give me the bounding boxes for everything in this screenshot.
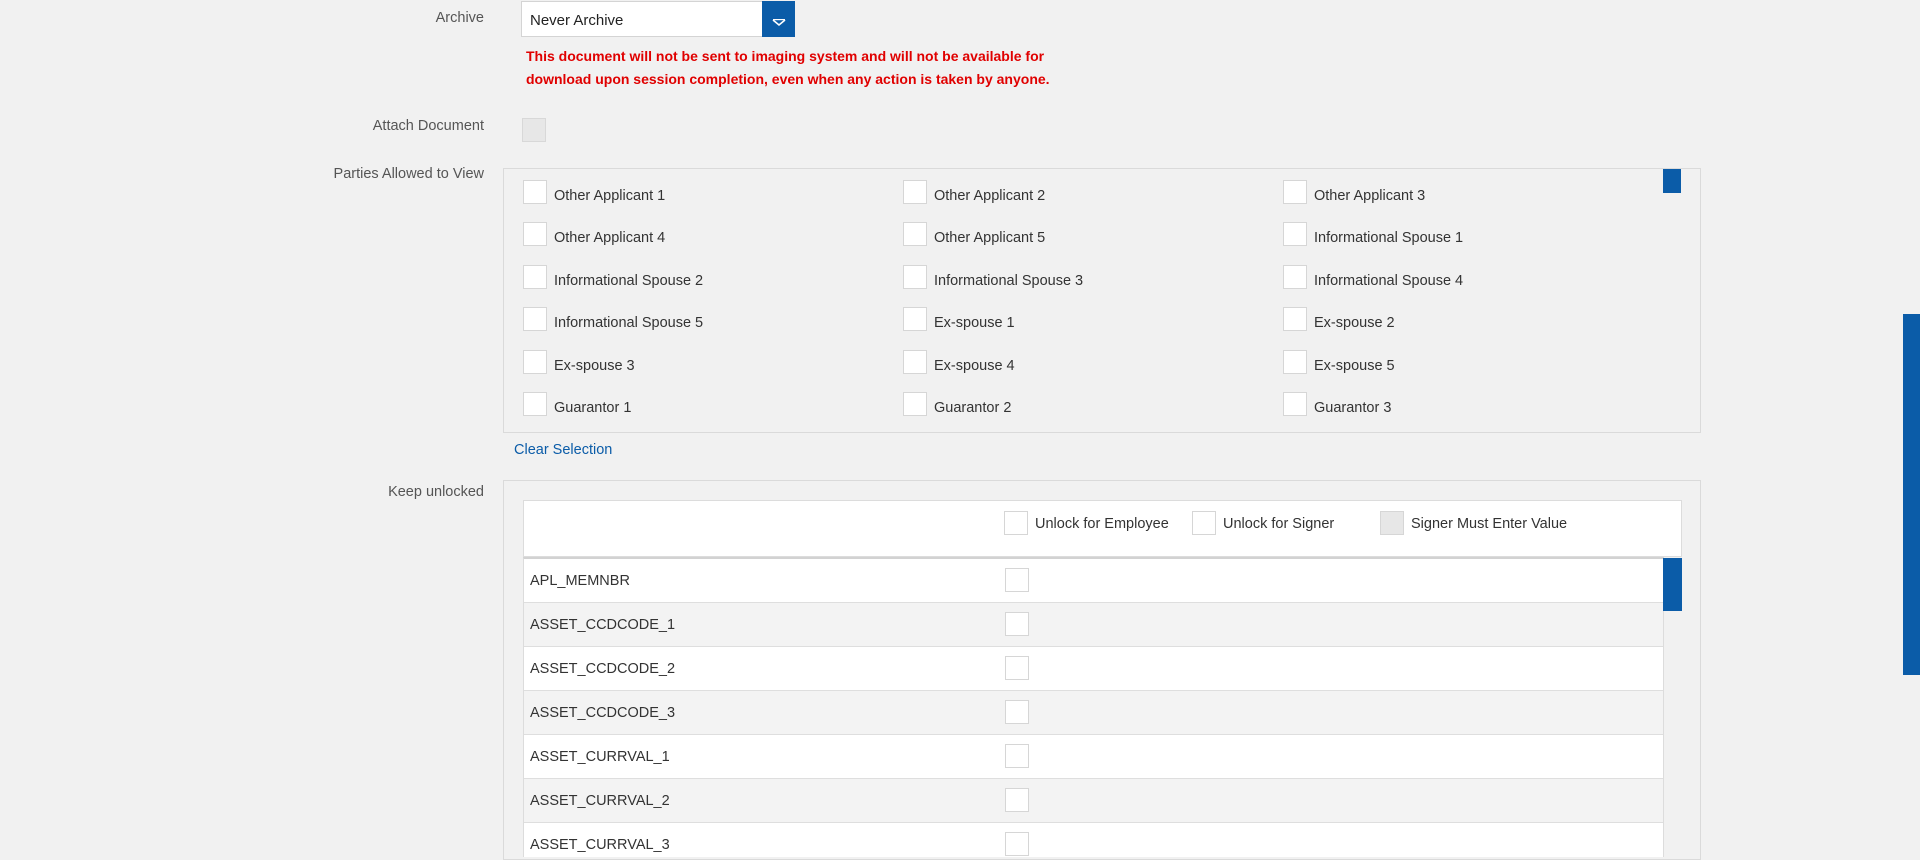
- field-name: ASSET_CCDCODE_2: [530, 661, 676, 677]
- party-option-label: Guarantor 1: [554, 400, 632, 416]
- party-option-label: Other Applicant 5: [934, 230, 1046, 246]
- table-row: ASSET_CCDCODE_1: [524, 603, 1663, 647]
- party-checkbox[interactable]: [903, 222, 927, 246]
- party-option-label: Guarantor 3: [1314, 400, 1392, 416]
- table-row: ASSET_CURRVAL_2: [524, 779, 1663, 823]
- party-checkbox[interactable]: [903, 307, 927, 331]
- party-option-label: Other Applicant 3: [1314, 188, 1426, 204]
- party-option-label: Informational Spouse 2: [554, 273, 704, 289]
- unlock-table-body: APL_MEMNBR ASSET_CCDCODE_1 ASSET_CCDCODE…: [523, 557, 1664, 857]
- party-option-label: Ex-spouse 5: [1314, 358, 1395, 374]
- party-option-label: Other Applicant 1: [554, 188, 666, 204]
- party-checkbox[interactable]: [1283, 265, 1307, 289]
- party-checkbox[interactable]: [523, 180, 547, 204]
- party-checkbox[interactable]: [903, 392, 927, 416]
- parties-scrollbar-thumb[interactable]: [1663, 169, 1681, 193]
- party-option-label: Informational Spouse 1: [1314, 230, 1464, 246]
- signer-must-enter-header: Signer Must Enter Value: [1411, 516, 1568, 532]
- field-name: ASSET_CURRVAL_2: [530, 793, 670, 809]
- keep-unlocked-label: Keep unlocked: [388, 484, 484, 500]
- parties-label: Parties Allowed to View: [333, 166, 484, 182]
- party-checkbox[interactable]: [1283, 180, 1307, 204]
- unlock-employee-checkbox[interactable]: [1005, 656, 1029, 680]
- party-option-label: Ex-spouse 4: [934, 358, 1015, 374]
- party-checkbox[interactable]: [523, 392, 547, 416]
- party-option-label: Informational Spouse 3: [934, 273, 1084, 289]
- unlock-employee-checkbox[interactable]: [1005, 568, 1029, 592]
- parties-panel: [503, 168, 1701, 433]
- party-checkbox[interactable]: [523, 307, 547, 331]
- field-name: ASSET_CURRVAL_1: [530, 749, 670, 765]
- unlock-table-scrollbar-thumb[interactable]: [1663, 558, 1682, 611]
- party-option-label: Guarantor 2: [934, 400, 1012, 416]
- unlock-employee-checkbox[interactable]: [1005, 744, 1029, 768]
- party-checkbox[interactable]: [1283, 392, 1307, 416]
- unlock-signer-header: Unlock for Signer: [1223, 516, 1335, 532]
- party-option-label: Ex-spouse 1: [934, 315, 1015, 331]
- chevron-down-icon: [771, 14, 786, 32]
- clear-selection-link[interactable]: Clear Selection: [514, 442, 612, 458]
- attach-document-checkbox[interactable]: [522, 118, 546, 142]
- table-row: ASSET_CURRVAL_1: [524, 735, 1663, 779]
- party-checkbox[interactable]: [903, 350, 927, 374]
- unlock-signer-all-checkbox[interactable]: [1192, 511, 1216, 535]
- archive-select[interactable]: Never Archive: [521, 1, 795, 37]
- party-option-label: Ex-spouse 2: [1314, 315, 1395, 331]
- field-name: APL_MEMNBR: [530, 573, 630, 589]
- field-name: ASSET_CCDCODE_3: [530, 705, 676, 721]
- party-option-label: Other Applicant 2: [934, 188, 1046, 204]
- party-option-label: Other Applicant 4: [554, 230, 666, 246]
- page-scrollbar-thumb[interactable]: [1903, 314, 1920, 675]
- field-name: ASSET_CURRVAL_3: [530, 837, 670, 853]
- table-row: APL_MEMNBR: [524, 559, 1663, 603]
- field-name: ASSET_CCDCODE_1: [530, 617, 676, 633]
- table-row: ASSET_CCDCODE_3: [524, 691, 1663, 735]
- party-option-label: Ex-spouse 3: [554, 358, 635, 374]
- archive-warning: This document will not be sent to imagin…: [526, 48, 1050, 87]
- party-checkbox[interactable]: [523, 350, 547, 374]
- party-checkbox[interactable]: [903, 265, 927, 289]
- unlock-employee-checkbox[interactable]: [1005, 612, 1029, 636]
- party-checkbox[interactable]: [523, 265, 547, 289]
- archive-selected-value: Never Archive: [530, 12, 624, 29]
- unlock-employee-checkbox[interactable]: [1005, 832, 1029, 856]
- unlock-employee-header: Unlock for Employee: [1035, 516, 1169, 532]
- party-checkbox[interactable]: [523, 222, 547, 246]
- party-option-label: Informational Spouse 5: [554, 315, 704, 331]
- party-checkbox[interactable]: [1283, 350, 1307, 374]
- party-option-label: Informational Spouse 4: [1314, 273, 1464, 289]
- archive-label: Archive: [435, 10, 484, 26]
- signer-must-enter-all-checkbox: [1380, 511, 1404, 535]
- archive-dropdown-button[interactable]: [762, 1, 795, 37]
- party-checkbox[interactable]: [1283, 222, 1307, 246]
- party-checkbox[interactable]: [903, 180, 927, 204]
- unlock-employee-checkbox[interactable]: [1005, 788, 1029, 812]
- party-checkbox[interactable]: [1283, 307, 1307, 331]
- unlock-employee-all-checkbox[interactable]: [1004, 511, 1028, 535]
- attach-document-label: Attach Document: [372, 118, 484, 134]
- table-row: ASSET_CCDCODE_2: [524, 647, 1663, 691]
- table-row: ASSET_CURRVAL_3: [524, 823, 1663, 857]
- unlock-employee-checkbox[interactable]: [1005, 700, 1029, 724]
